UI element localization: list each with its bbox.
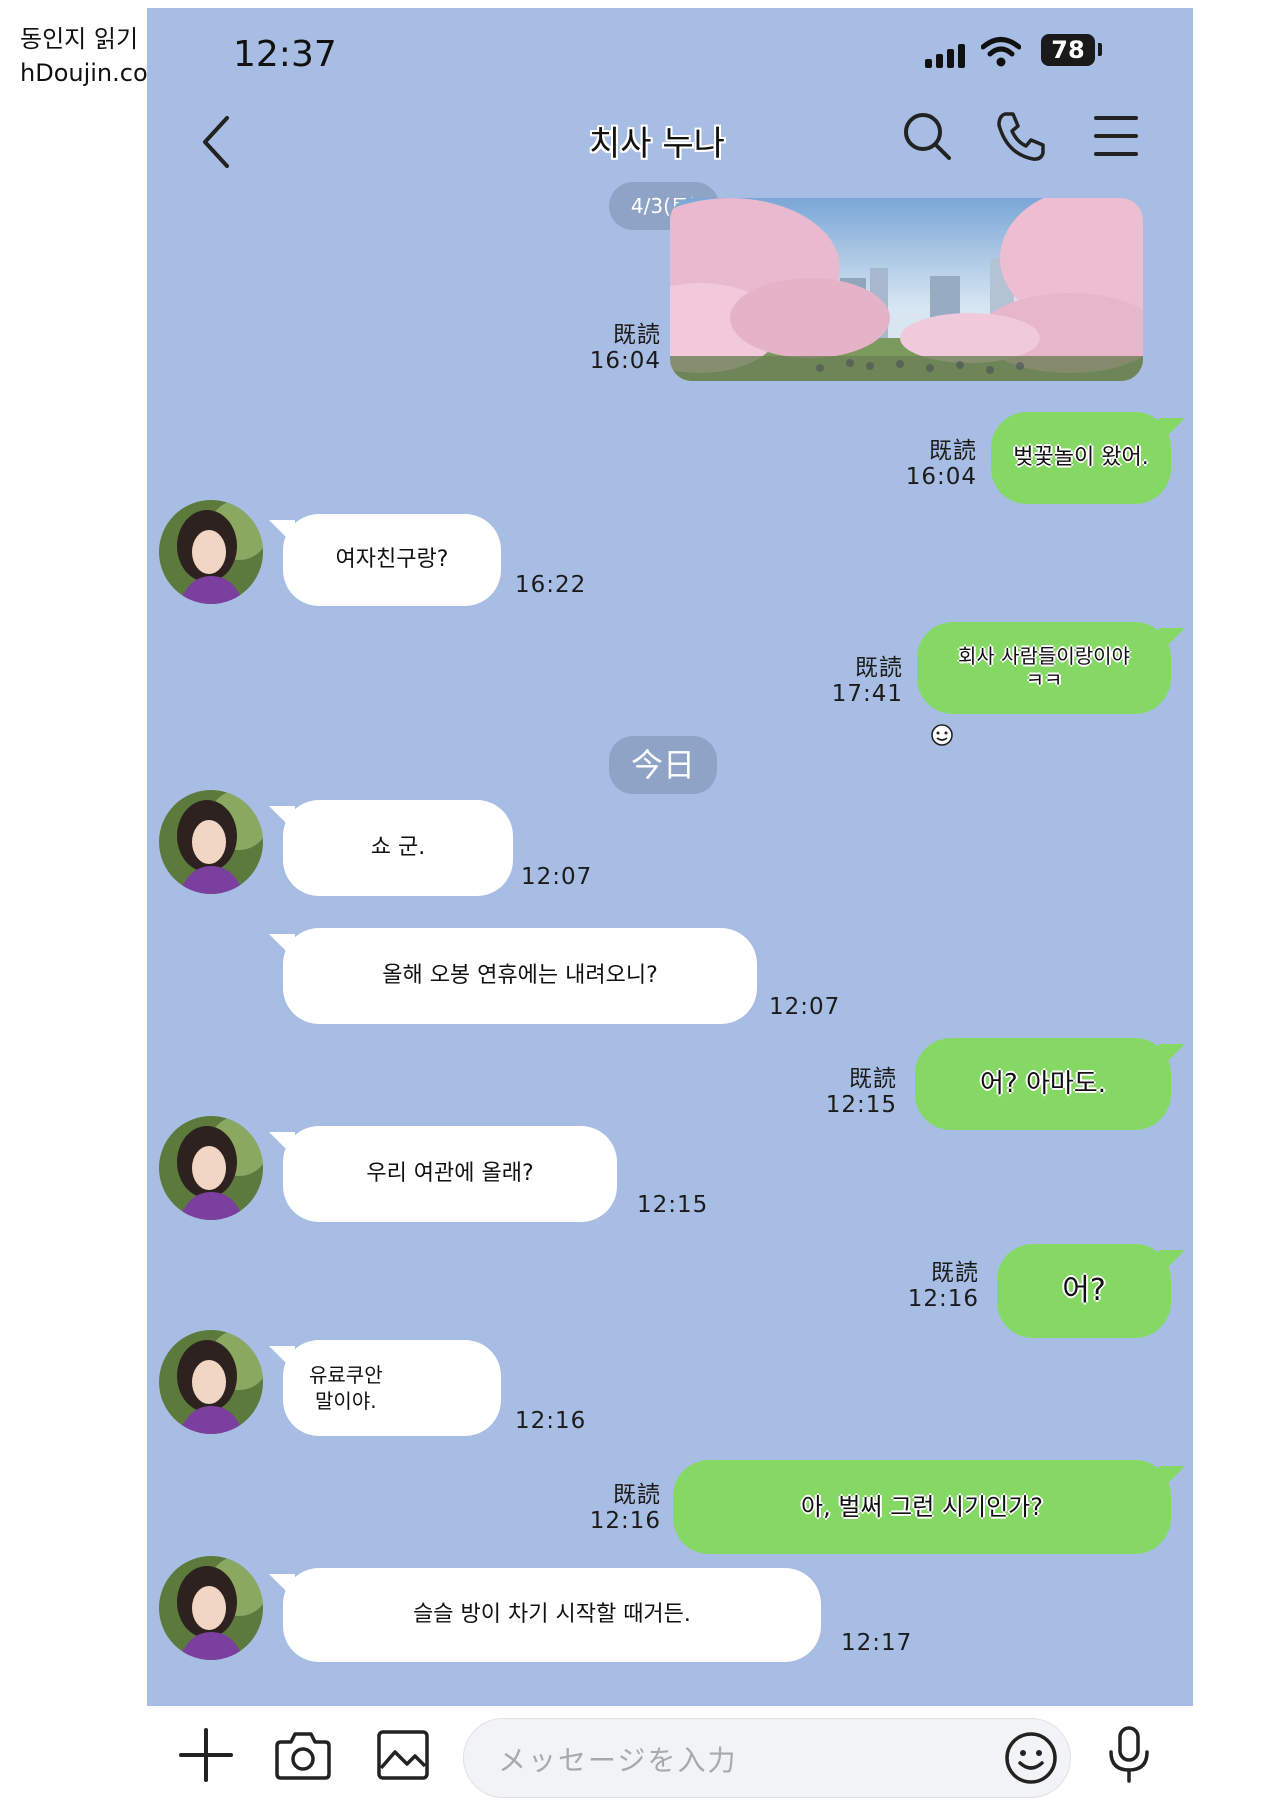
- message-text: 쇼 군.: [370, 835, 426, 860]
- read-label: 既読: [855, 655, 903, 681]
- avatar[interactable]: [159, 1556, 263, 1660]
- message-text: 올해 오봉 연휴에는 내려오니?: [382, 963, 658, 988]
- message-text: 어? 아마도.: [979, 1069, 1106, 1099]
- read-label: 既読: [929, 438, 977, 464]
- bubble-tail: [1159, 628, 1185, 654]
- bubble-tail: [269, 1346, 295, 1372]
- message-time: 16:04: [905, 464, 977, 490]
- emoji-icon: [931, 724, 953, 746]
- avatar-image: [159, 790, 263, 894]
- message-time: 12:16: [515, 1408, 587, 1434]
- incoming-message[interactable]: 슬슬 방이 차기 시작할 때거든.: [283, 1568, 821, 1662]
- message-text: 우리 여관에 올래?: [366, 1161, 534, 1186]
- read-label: 既読: [613, 322, 661, 348]
- microphone-icon[interactable]: [1107, 1726, 1151, 1784]
- cherry-blossom-photo: [670, 198, 1143, 381]
- bubble-tail: [1159, 418, 1185, 444]
- avatar-image: [159, 500, 263, 604]
- outgoing-message[interactable]: 회사 사람들이랑이야 ㅋㅋ: [917, 622, 1171, 714]
- bubble-tail: [1159, 1250, 1185, 1276]
- avatar[interactable]: [159, 500, 263, 604]
- incoming-message[interactable]: 여자친구랑?: [283, 514, 501, 606]
- outgoing-message[interactable]: 어?: [997, 1244, 1171, 1338]
- incoming-message[interactable]: 올해 오봉 연휴에는 내려오니?: [283, 928, 757, 1024]
- message-time: 16:04: [589, 348, 661, 374]
- avatar-image: [159, 1330, 263, 1434]
- read-receipt: 既読 16:04: [527, 322, 661, 374]
- message-text: 유료쿠안 말이야.: [309, 1363, 383, 1413]
- bubble-tail: [269, 520, 295, 546]
- message-input[interactable]: メッセージを入力: [463, 1718, 1071, 1798]
- outgoing-message[interactable]: 아, 벌써 그런 시기인가?: [673, 1460, 1171, 1554]
- message-time: 12:16: [907, 1286, 979, 1312]
- incoming-message[interactable]: 유료쿠안 말이야.: [283, 1340, 501, 1436]
- search-icon[interactable]: [899, 108, 955, 164]
- message-text: 슬슬 방이 차기 시작할 때거든.: [413, 1602, 691, 1627]
- bubble-tail: [269, 1132, 295, 1158]
- gallery-icon[interactable]: [377, 1728, 429, 1782]
- bubble-tail: [1159, 1466, 1185, 1492]
- bubble-tail: [269, 806, 295, 832]
- message-time: 17:41: [831, 681, 903, 707]
- shared-photo[interactable]: [670, 198, 1143, 381]
- message-time: 12:16: [589, 1508, 661, 1534]
- read-label: 既読: [849, 1066, 897, 1092]
- read-receipt: 既読 16:04: [837, 438, 977, 490]
- message-input-placeholder: メッセージを入力: [498, 1744, 738, 1777]
- message-time: 12:15: [637, 1192, 709, 1218]
- chat-screen: 12:37 78 치사 누나 4/3(토) 既読 16:04 既読 16:04 …: [147, 8, 1193, 1706]
- composer-bar: メッセージを入力: [147, 1706, 1193, 1807]
- incoming-message[interactable]: 쇼 군.: [283, 800, 513, 896]
- message-time: 12:17: [841, 1630, 913, 1656]
- read-receipt: 既読 12:16: [847, 1260, 979, 1312]
- phone-icon[interactable]: [993, 108, 1049, 164]
- read-label: 既読: [931, 1260, 979, 1286]
- read-receipt: 既読 12:16: [527, 1482, 661, 1534]
- plus-icon[interactable]: [179, 1728, 233, 1782]
- message-time: 16:22: [515, 572, 587, 598]
- message-text: 벚꽃놀이 왔어.: [1013, 445, 1149, 470]
- outgoing-message[interactable]: 어? 아마도.: [915, 1038, 1171, 1130]
- date-divider: 今日: [609, 736, 717, 794]
- avatar[interactable]: [159, 790, 263, 894]
- status-time: 12:37: [233, 34, 337, 75]
- avatar-image: [159, 1556, 263, 1660]
- wifi-icon: [981, 37, 1021, 67]
- message-time: 12:15: [825, 1092, 897, 1118]
- emoji-picker-icon[interactable]: [1004, 1731, 1058, 1785]
- message-text: 아, 벌써 그런 시기인가?: [801, 1493, 1043, 1521]
- message-text: 여자친구랑?: [335, 547, 449, 572]
- battery-tip: [1098, 43, 1102, 56]
- message-text: 어?: [1062, 1273, 1106, 1308]
- read-label: 既読: [613, 1482, 661, 1508]
- read-receipt: 既読 17:41: [767, 655, 903, 707]
- read-receipt: 既読 12:15: [761, 1066, 897, 1118]
- status-bar: 12:37 78: [147, 8, 1193, 98]
- outgoing-message[interactable]: 벚꽃놀이 왔어.: [991, 412, 1171, 504]
- menu-icon[interactable]: [1093, 108, 1139, 164]
- chat-title: 치사 누나: [589, 124, 725, 164]
- camera-icon[interactable]: [275, 1728, 331, 1782]
- message-time: 12:07: [769, 994, 841, 1020]
- message-text: 회사 사람들이랑이야 ㅋㅋ: [958, 644, 1130, 692]
- battery-indicator: 78: [1041, 34, 1095, 66]
- back-arrow-icon[interactable]: [197, 112, 237, 172]
- incoming-message[interactable]: 우리 여관에 올래?: [283, 1126, 617, 1222]
- avatar[interactable]: [159, 1330, 263, 1434]
- signal-icon: [925, 44, 965, 68]
- chat-header: 치사 누나: [147, 98, 1193, 188]
- avatar-image: [159, 1116, 263, 1220]
- bubble-tail: [1159, 1044, 1185, 1070]
- bubble-tail: [269, 934, 295, 960]
- avatar[interactable]: [159, 1116, 263, 1220]
- bubble-tail: [269, 1574, 295, 1600]
- message-time: 12:07: [521, 864, 593, 890]
